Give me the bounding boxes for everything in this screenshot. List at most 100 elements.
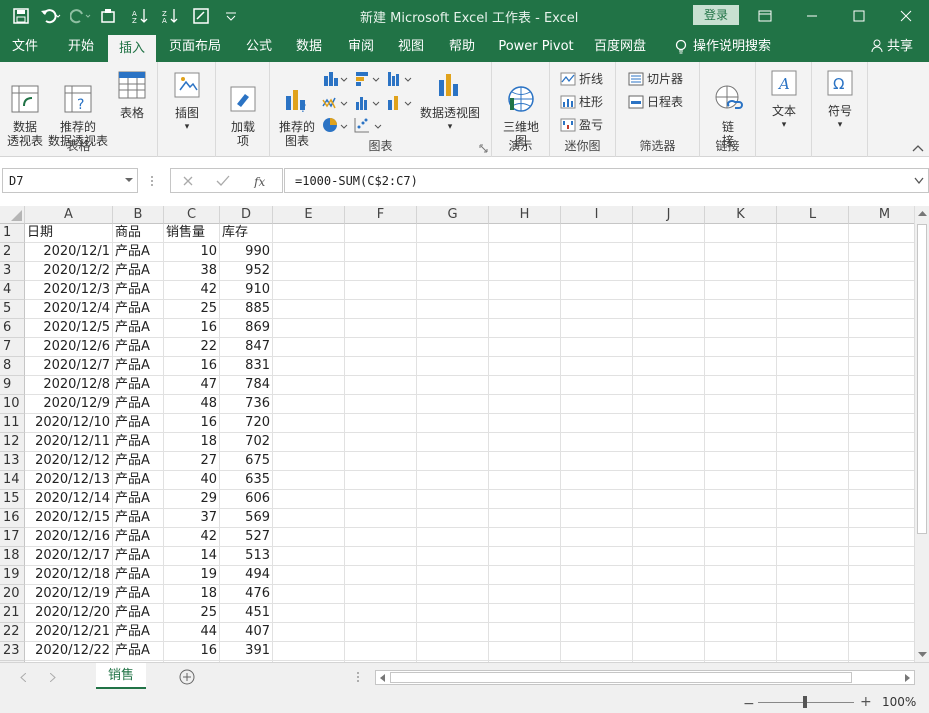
tab-help[interactable]: 帮助 (437, 31, 487, 62)
row-header[interactable]: 8 (0, 357, 25, 376)
cell-b7[interactable]: 产品A (113, 338, 164, 357)
cell-g6[interactable] (417, 319, 489, 338)
cell-m13[interactable] (849, 452, 914, 471)
cell-e12[interactable] (273, 433, 345, 452)
cell-h10[interactable] (489, 395, 561, 414)
cell-i8[interactable] (561, 357, 633, 376)
cell-i15[interactable] (561, 490, 633, 509)
cell-d16[interactable]: 569 (220, 509, 273, 528)
cell-h9[interactable] (489, 376, 561, 395)
tell-me-search[interactable]: 操作说明搜索 (668, 31, 778, 62)
cell-e4[interactable] (273, 281, 345, 300)
sparkline-winloss-button[interactable]: 盈亏 (560, 116, 603, 133)
cell-j10[interactable] (633, 395, 705, 414)
cell-d18[interactable]: 513 (220, 547, 273, 566)
cell-e18[interactable] (273, 547, 345, 566)
cell-a6[interactable]: 2020/12/5 (25, 319, 113, 338)
cell-f10[interactable] (345, 395, 417, 414)
cell-l15[interactable] (777, 490, 849, 509)
cell-l8[interactable] (777, 357, 849, 376)
cell-m6[interactable] (849, 319, 914, 338)
tab-home[interactable]: 开始 (56, 31, 106, 62)
cell-e7[interactable] (273, 338, 345, 357)
cell-g5[interactable] (417, 300, 489, 319)
cell-k20[interactable] (705, 585, 777, 604)
cell-k3[interactable] (705, 262, 777, 281)
cell-e10[interactable] (273, 395, 345, 414)
cell-h14[interactable] (489, 471, 561, 490)
cell-g7[interactable] (417, 338, 489, 357)
cell-g4[interactable] (417, 281, 489, 300)
cell-b14[interactable]: 产品A (113, 471, 164, 490)
cell-f16[interactable] (345, 509, 417, 528)
cell-f19[interactable] (345, 566, 417, 585)
cell-j2[interactable] (633, 243, 705, 262)
cell-l23[interactable] (777, 642, 849, 661)
cell-e8[interactable] (273, 357, 345, 376)
cell-b8[interactable]: 产品A (113, 357, 164, 376)
cell-k2[interactable] (705, 243, 777, 262)
cell-m16[interactable] (849, 509, 914, 528)
cell-h4[interactable] (489, 281, 561, 300)
row-header[interactable]: 13 (0, 452, 25, 471)
column-header-i[interactable]: I (561, 206, 633, 224)
cell-d5[interactable]: 885 (220, 300, 273, 319)
cell-d14[interactable]: 635 (220, 471, 273, 490)
cell-h2[interactable] (489, 243, 561, 262)
cell-c22[interactable]: 44 (164, 623, 220, 642)
cell-h7[interactable] (489, 338, 561, 357)
cell-l10[interactable] (777, 395, 849, 414)
row-header[interactable]: 5 (0, 300, 25, 319)
cell-b12[interactable]: 产品A (113, 433, 164, 452)
cell-a3[interactable]: 2020/12/2 (25, 262, 113, 281)
cell-e5[interactable] (273, 300, 345, 319)
cell-i3[interactable] (561, 262, 633, 281)
cell-i6[interactable] (561, 319, 633, 338)
cell-e20[interactable] (273, 585, 345, 604)
row-header[interactable]: 23 (0, 642, 25, 661)
cell-d21[interactable]: 451 (220, 604, 273, 623)
cell-l16[interactable] (777, 509, 849, 528)
cell-i21[interactable] (561, 604, 633, 623)
cell-d7[interactable]: 847 (220, 338, 273, 357)
cell-i1[interactable] (561, 224, 633, 243)
cell-c17[interactable]: 42 (164, 528, 220, 547)
cell-k9[interactable] (705, 376, 777, 395)
cell-f23[interactable] (345, 642, 417, 661)
login-button[interactable]: 登录 (693, 5, 739, 25)
line-chart-button[interactable] (322, 94, 348, 110)
cell-h21[interactable] (489, 604, 561, 623)
cell-k22[interactable] (705, 623, 777, 642)
cell-g12[interactable] (417, 433, 489, 452)
cell-k11[interactable] (705, 414, 777, 433)
cell-c14[interactable]: 40 (164, 471, 220, 490)
cell-h23[interactable] (489, 642, 561, 661)
cell-d8[interactable]: 831 (220, 357, 273, 376)
cell-j15[interactable] (633, 490, 705, 509)
column-header-e[interactable]: E (273, 206, 345, 224)
tab-page-layout[interactable]: 页面布局 (162, 31, 228, 62)
charts-dialog-launcher-icon[interactable] (479, 144, 488, 153)
row-header[interactable]: 16 (0, 509, 25, 528)
cell-m18[interactable] (849, 547, 914, 566)
cell-c2[interactable]: 10 (164, 243, 220, 262)
cell-j16[interactable] (633, 509, 705, 528)
table-button[interactable]: 表格 (112, 70, 152, 120)
cell-i16[interactable] (561, 509, 633, 528)
cell-m3[interactable] (849, 262, 914, 281)
cell-b9[interactable]: 产品A (113, 376, 164, 395)
column-header-m[interactable]: M (849, 206, 914, 224)
cell-a12[interactable]: 2020/12/11 (25, 433, 113, 452)
cell-j12[interactable] (633, 433, 705, 452)
cell-g22[interactable] (417, 623, 489, 642)
addins-button[interactable]: 加载 项 (222, 70, 264, 162)
cell-h17[interactable] (489, 528, 561, 547)
cell-f14[interactable] (345, 471, 417, 490)
row-header[interactable]: 6 (0, 319, 25, 338)
cell-k12[interactable] (705, 433, 777, 452)
insert-function-icon[interactable]: fx (253, 174, 271, 188)
minimize-icon[interactable] (788, 0, 835, 31)
cell-j5[interactable] (633, 300, 705, 319)
cell-g1[interactable] (417, 224, 489, 243)
cell-l11[interactable] (777, 414, 849, 433)
